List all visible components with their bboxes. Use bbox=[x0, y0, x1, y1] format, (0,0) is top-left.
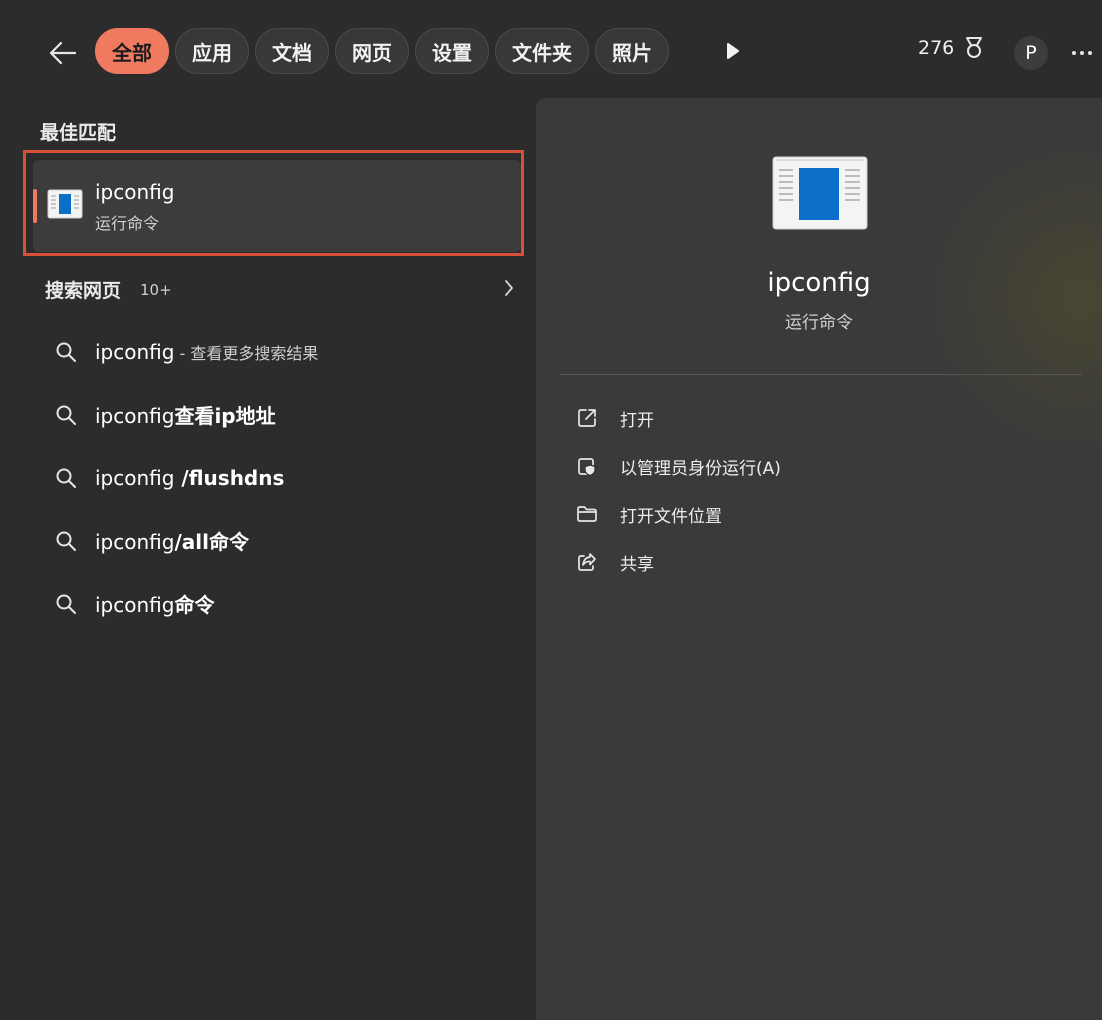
suggestion-rest: /all命令 bbox=[174, 530, 249, 554]
best-match-item[interactable]: ipconfig 运行命令 bbox=[33, 160, 521, 252]
action-list: 打开 以管理员身份运行(A) 打开文件位置 共享 bbox=[560, 394, 1082, 586]
arrow-left-icon bbox=[49, 41, 77, 65]
search-icon bbox=[56, 405, 76, 425]
share-icon bbox=[578, 553, 596, 571]
action-label: 打开文件位置 bbox=[620, 506, 722, 527]
rewards-points[interactable]: 276 bbox=[918, 36, 986, 60]
tab-apps[interactable]: 应用 bbox=[175, 28, 249, 74]
suggestion-rest: 命令 bbox=[174, 593, 215, 617]
search-window: 全部 应用 文档 网页 设置 文件夹 照片 276 P 最佳匹配 ipconfi… bbox=[0, 0, 1102, 1020]
action-label: 共享 bbox=[620, 554, 654, 575]
suggestion-text: ipconfig - 查看更多搜索结果 bbox=[95, 340, 318, 364]
best-match-name: ipconfig bbox=[95, 180, 175, 204]
divider bbox=[560, 374, 1082, 375]
suggestion-text: ipconfig查看ip地址 bbox=[95, 400, 276, 429]
detail-pane: ipconfig 运行命令 打开 以管理员身份运行(A) 打开文件位置 共享 bbox=[536, 98, 1102, 1020]
chevron-right-icon bbox=[505, 280, 513, 296]
open-action[interactable]: 打开 bbox=[560, 394, 1082, 442]
back-button[interactable] bbox=[40, 30, 86, 76]
run-command-app-icon bbox=[772, 156, 868, 230]
tab-photos[interactable]: 照片 bbox=[595, 28, 669, 74]
suggestion-text: ipconfig/all命令 bbox=[95, 526, 249, 555]
more-options-button[interactable] bbox=[1072, 38, 1102, 68]
run-command-app-icon bbox=[47, 189, 83, 219]
folder-icon bbox=[577, 506, 597, 522]
web-search-count: 10+ bbox=[140, 281, 172, 299]
results-list: 最佳匹配 ipconfig 运行命令 搜索网页 10+ ipconfig - 查… bbox=[0, 100, 536, 1020]
list-item[interactable]: ipconfig /flushdns bbox=[33, 446, 521, 509]
suggestion-prefix: ipconfig bbox=[95, 339, 175, 364]
list-item[interactable]: ipconfig命令 bbox=[33, 572, 521, 635]
medal-icon bbox=[966, 37, 983, 58]
run-as-admin-action[interactable]: 以管理员身份运行(A) bbox=[560, 442, 1082, 490]
search-icon bbox=[56, 531, 76, 551]
suggestion-prefix: ipconfig bbox=[95, 530, 175, 554]
more-tabs-button[interactable] bbox=[716, 34, 750, 68]
tab-folders[interactable]: 文件夹 bbox=[495, 28, 589, 74]
tab-all[interactable]: 全部 bbox=[95, 28, 169, 74]
dot bbox=[1088, 51, 1092, 55]
filter-tabs: 全部 应用 文档 网页 设置 文件夹 照片 bbox=[95, 28, 669, 74]
web-search-header[interactable]: 搜索网页 10+ bbox=[45, 274, 515, 304]
user-avatar[interactable]: P bbox=[1014, 36, 1048, 70]
action-label: 以管理员身份运行(A) bbox=[620, 458, 781, 479]
web-search-heading: 搜索网页 bbox=[45, 280, 122, 302]
list-item[interactable]: ipconfig查看ip地址 bbox=[33, 383, 521, 446]
search-icon bbox=[56, 468, 76, 488]
suggestion-text: ipconfig /flushdns bbox=[95, 466, 284, 490]
action-label: 打开 bbox=[620, 410, 654, 431]
share-action[interactable]: 共享 bbox=[560, 538, 1082, 586]
dot bbox=[1072, 51, 1076, 55]
tab-documents[interactable]: 文档 bbox=[255, 28, 329, 74]
list-item[interactable]: ipconfig/all命令 bbox=[33, 509, 521, 572]
open-file-location-action[interactable]: 打开文件位置 bbox=[560, 490, 1082, 538]
best-match-heading: 最佳匹配 bbox=[40, 122, 117, 144]
search-header: 全部 应用 文档 网页 设置 文件夹 照片 276 P bbox=[0, 0, 1102, 100]
best-match-type: 运行命令 bbox=[95, 214, 160, 233]
suggestion-prefix: ipconfig bbox=[95, 404, 175, 428]
open-external-icon bbox=[578, 409, 596, 427]
suggestion-prefix: ipconfig bbox=[95, 593, 175, 617]
suggestion-rest: 查看ip地址 bbox=[174, 404, 276, 428]
dot bbox=[1080, 51, 1084, 55]
points-value: 276 bbox=[918, 37, 955, 59]
suggestion-text: ipconfig命令 bbox=[95, 589, 214, 618]
selection-indicator bbox=[33, 189, 37, 223]
list-item[interactable]: ipconfig - 查看更多搜索结果 bbox=[33, 320, 521, 383]
web-suggestions: ipconfig - 查看更多搜索结果 ipconfig查看ip地址 ipcon… bbox=[33, 320, 521, 635]
suggestion-prefix: ipconfig bbox=[95, 465, 175, 490]
detail-app-type: 运行命令 bbox=[785, 313, 853, 333]
admin-shield-icon bbox=[578, 458, 596, 477]
play-icon bbox=[727, 43, 739, 59]
detail-app-name: ipconfig bbox=[767, 268, 871, 298]
suggestion-subtext: - 查看更多搜索结果 bbox=[174, 343, 319, 363]
search-icon bbox=[56, 342, 76, 362]
tab-web[interactable]: 网页 bbox=[335, 28, 409, 74]
suggestion-rest: /flushdns bbox=[174, 465, 285, 490]
search-icon bbox=[56, 594, 76, 614]
tab-settings[interactable]: 设置 bbox=[415, 28, 489, 74]
